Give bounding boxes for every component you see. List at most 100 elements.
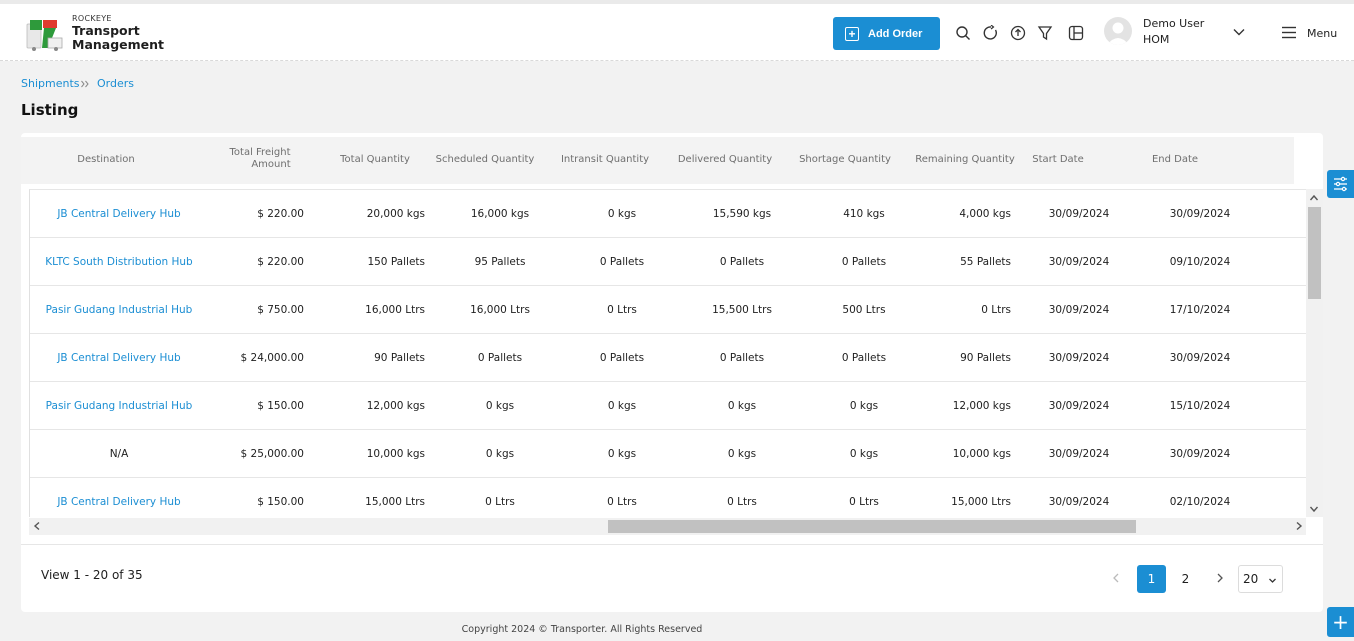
sliders-icon bbox=[1334, 176, 1347, 192]
logo-icon bbox=[26, 20, 63, 51]
header-remaining-quantity[interactable]: Remaining Quantity bbox=[910, 154, 1020, 166]
cell-destination[interactable]: Pasir Gudang Industrial Hub bbox=[30, 286, 208, 334]
scroll-right-icon[interactable] bbox=[1294, 521, 1304, 531]
table-body: JB Central Delivery Hub $ 220.00 20,000 kg… bbox=[29, 189, 1306, 517]
search-icon[interactable] bbox=[955, 25, 971, 41]
cell-destination[interactable]: JB Central Delivery Hub bbox=[30, 478, 208, 517]
cell-freight: $ 25,000.00 bbox=[240, 448, 304, 460]
cell-scheduled: 0 Ltrs bbox=[485, 496, 515, 508]
cell-end: 17/10/2024 bbox=[1169, 304, 1231, 316]
header-total-freight-line1: Total Freight bbox=[229, 147, 291, 158]
cell-remaining: 12,000 kgs bbox=[952, 400, 1011, 412]
table-row[interactable]: JB Central Delivery Hub $ 220.00 20,000 kg… bbox=[30, 190, 1306, 238]
header-total-freight[interactable]: Total Freight Amount bbox=[220, 147, 300, 171]
cell-intransit: 0 kgs bbox=[607, 400, 637, 412]
plus-icon: + bbox=[845, 26, 859, 41]
scroll-down-icon[interactable] bbox=[1309, 504, 1319, 514]
side-add-button[interactable]: + bbox=[1327, 607, 1354, 637]
header-total-quantity[interactable]: Total Quantity bbox=[333, 154, 417, 166]
user-icon bbox=[1107, 22, 1129, 45]
previous-page-icon[interactable] bbox=[1110, 572, 1122, 584]
menu-label[interactable]: Menu bbox=[1307, 27, 1337, 40]
cell-remaining: 4,000 kgs bbox=[959, 208, 1011, 220]
cell-intransit: 0 Ltrs bbox=[607, 496, 637, 508]
cell-intransit: 0 Pallets bbox=[599, 352, 645, 364]
cell-total: 15,000 Ltrs bbox=[365, 496, 425, 508]
header-shortage-quantity[interactable]: Shortage Quantity bbox=[792, 154, 898, 166]
horizontal-scrollbar[interactable] bbox=[29, 518, 1306, 535]
cell-remaining: 15,000 Ltrs bbox=[951, 496, 1011, 508]
brand-title-line1: Transport bbox=[72, 23, 140, 38]
brand-title: Transport Management bbox=[72, 24, 164, 52]
page-button-2[interactable]: 2 bbox=[1171, 565, 1200, 593]
header-delivered-quantity[interactable]: Delivered Quantity bbox=[671, 154, 779, 166]
cell-start: 30/09/2024 bbox=[1048, 448, 1110, 460]
header-destination[interactable]: Destination bbox=[61, 154, 151, 166]
cell-scheduled: 16,000 Ltrs bbox=[470, 304, 530, 316]
cell-end: 15/10/2024 bbox=[1169, 400, 1231, 412]
cell-delivered: 0 Pallets bbox=[719, 256, 765, 268]
vertical-scrollbar[interactable] bbox=[1306, 189, 1323, 517]
cell-remaining: 0 Ltrs bbox=[981, 304, 1011, 316]
header-end-date[interactable]: End Date bbox=[1145, 154, 1205, 166]
side-filter-button[interactable] bbox=[1327, 170, 1354, 198]
cell-shortage: 0 kgs bbox=[849, 400, 879, 412]
page-size-select[interactable]: 20 bbox=[1238, 565, 1283, 593]
columns-icon[interactable] bbox=[1068, 25, 1084, 41]
page-size-value: 20 bbox=[1243, 572, 1259, 586]
hamburger-icon[interactable] bbox=[1281, 26, 1297, 39]
breadcrumb-separator-icon bbox=[81, 80, 89, 88]
cell-freight: $ 24,000.00 bbox=[240, 352, 304, 364]
cell-delivered: 0 kgs bbox=[727, 400, 757, 412]
filter-icon[interactable] bbox=[1037, 25, 1053, 41]
cell-delivered: 0 Ltrs bbox=[727, 496, 757, 508]
cell-delivered: 0 kgs bbox=[727, 448, 757, 460]
cell-start: 30/09/2024 bbox=[1048, 256, 1110, 268]
cell-freight: $ 220.00 bbox=[257, 256, 304, 268]
cell-scheduled: 0 Pallets bbox=[477, 352, 523, 364]
cell-destination[interactable]: JB Central Delivery Hub bbox=[30, 190, 208, 238]
cell-start: 30/09/2024 bbox=[1048, 352, 1110, 364]
table-row[interactable]: KLTC South Distribution Hub $ 220.00 150 P… bbox=[30, 238, 1306, 286]
cell-intransit: 0 Pallets bbox=[599, 256, 645, 268]
table-row[interactable]: Pasir Gudang Industrial Hub $ 150.00 12,00… bbox=[30, 382, 1306, 430]
breadcrumb-shipments[interactable]: Shipments bbox=[21, 77, 80, 90]
table-row[interactable]: JB Central Delivery Hub $ 150.00 15,000 Lt… bbox=[30, 478, 1306, 517]
chevron-down-icon[interactable] bbox=[1232, 25, 1246, 39]
breadcrumb-orders[interactable]: Orders bbox=[97, 77, 134, 90]
user-name: Demo User bbox=[1143, 17, 1205, 30]
page-button-1[interactable]: 1 bbox=[1137, 565, 1166, 593]
cell-destination[interactable]: KLTC South Distribution Hub bbox=[30, 238, 208, 286]
upload-icon[interactable] bbox=[1010, 25, 1026, 41]
horizontal-scroll-thumb[interactable] bbox=[608, 520, 1136, 533]
cell-delivered: 15,590 kgs bbox=[712, 208, 772, 220]
card-divider bbox=[21, 544, 1323, 545]
cell-total: 150 Pallets bbox=[367, 256, 425, 268]
table-row[interactable]: N/A $ 25,000.00 10,000 kgs 0 kgs 0 kgs 0 kgs 0… bbox=[30, 430, 1306, 478]
cell-freight: $ 150.00 bbox=[257, 400, 304, 412]
header-start-date[interactable]: Start Date bbox=[1029, 154, 1087, 166]
cell-shortage: 0 Pallets bbox=[841, 352, 887, 364]
vertical-scroll-thumb[interactable] bbox=[1308, 207, 1321, 299]
scroll-left-icon[interactable] bbox=[32, 521, 42, 531]
cell-start: 30/09/2024 bbox=[1048, 400, 1110, 412]
cell-shortage: 500 Ltrs bbox=[842, 304, 886, 316]
avatar[interactable] bbox=[1104, 17, 1132, 45]
cell-start: 30/09/2024 bbox=[1048, 496, 1110, 508]
refresh-icon[interactable] bbox=[983, 25, 999, 41]
next-page-icon[interactable] bbox=[1214, 572, 1226, 584]
add-order-button[interactable]: + Add Order bbox=[833, 17, 940, 50]
cell-shortage: 0 Ltrs bbox=[849, 496, 879, 508]
header-intransit-quantity[interactable]: Intransit Quantity bbox=[553, 154, 657, 166]
cell-freight: $ 220.00 bbox=[257, 208, 304, 220]
brand-tagline: ROCKEYE bbox=[72, 14, 112, 23]
table-row[interactable]: JB Central Delivery Hub $ 24,000.00 90 Pal… bbox=[30, 334, 1306, 382]
cell-shortage: 0 Pallets bbox=[841, 256, 887, 268]
header-scheduled-quantity[interactable]: Scheduled Quantity bbox=[430, 154, 540, 166]
cell-freight: $ 750.00 bbox=[257, 304, 304, 316]
cell-destination[interactable]: JB Central Delivery Hub bbox=[30, 334, 208, 382]
table-row[interactable]: Pasir Gudang Industrial Hub $ 750.00 16,00… bbox=[30, 286, 1306, 334]
chevron-down-icon bbox=[1269, 578, 1276, 583]
cell-destination[interactable]: Pasir Gudang Industrial Hub bbox=[30, 382, 208, 430]
scroll-up-icon[interactable] bbox=[1309, 193, 1319, 203]
